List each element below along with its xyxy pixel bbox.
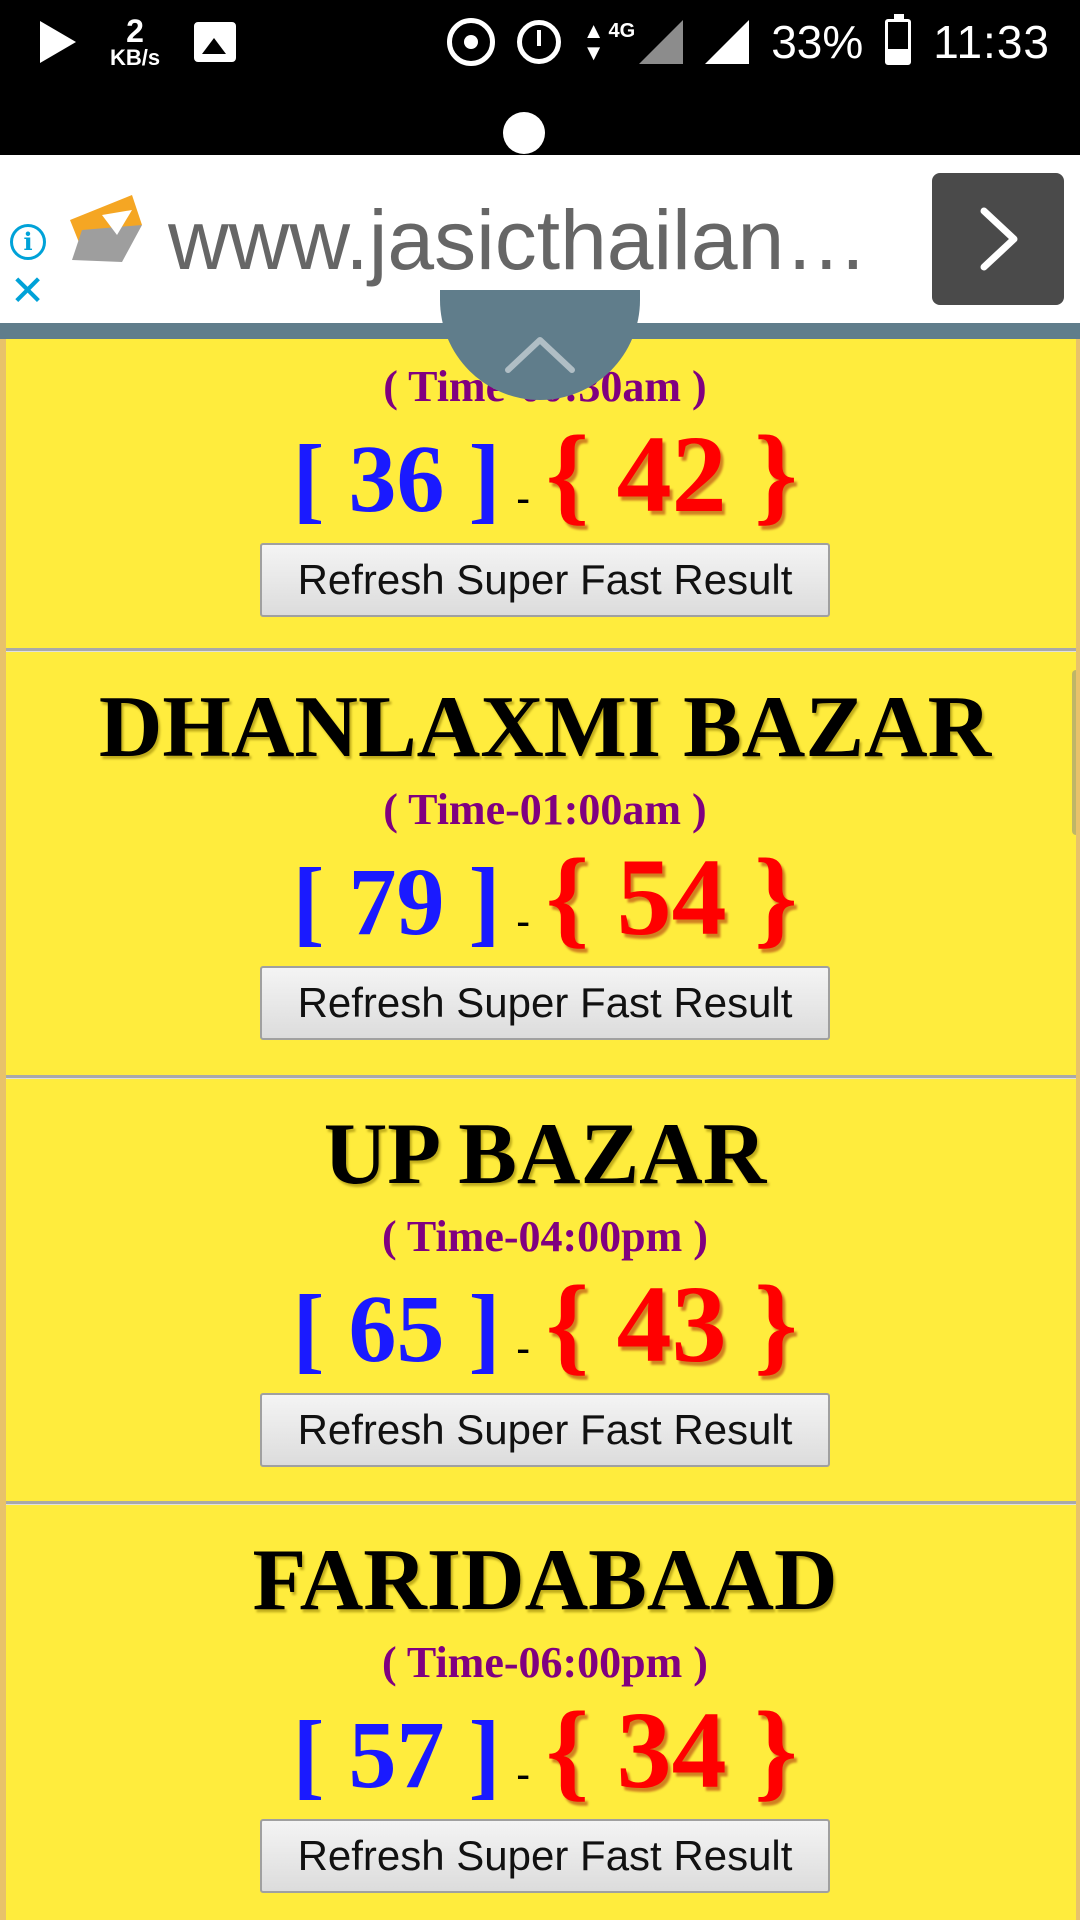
card-divider	[6, 1501, 1076, 1505]
ad-open-button[interactable]	[932, 173, 1064, 305]
market-name: DHANLAXMI BAZAR	[98, 679, 992, 776]
refresh-button[interactable]: Refresh Super Fast Result	[260, 543, 830, 617]
open-number: [ 65 ]	[292, 1275, 501, 1382]
hotspot-icon	[446, 18, 495, 66]
scrollbar[interactable]	[1072, 670, 1076, 835]
alarm-icon	[516, 20, 561, 64]
result-dash: -	[516, 898, 530, 943]
jodi-number: { 34 }	[545, 1689, 798, 1811]
signal-icon	[639, 20, 684, 64]
results-list[interactable]: ( Time-00:30am ) [ 36 ] - { 42 } Refresh…	[0, 339, 1080, 1920]
drag-handle[interactable]	[503, 112, 545, 154]
ad-close-icon[interactable]: ✕	[10, 270, 45, 312]
card-divider	[6, 648, 1076, 652]
refresh-button[interactable]: Refresh Super Fast Result	[260, 1393, 830, 1467]
clock: 11:33	[933, 16, 1050, 68]
market-result: [ 65 ] - { 43 }	[12, 1263, 1076, 1385]
market-result: [ 57 ] - { 34 }	[12, 1689, 1076, 1811]
market-name: UP BAZAR	[323, 1106, 767, 1203]
market-result: [ 36 ] - { 42 }	[12, 413, 1076, 535]
result-dash: -	[516, 475, 530, 520]
result-dash: -	[516, 1751, 530, 1796]
market-time: ( Time-06:00pm )	[382, 1638, 708, 1687]
jodi-number: { 42 }	[545, 413, 798, 535]
ad-logo-icon	[70, 195, 142, 262]
mobile-data-icon: ▲ ▼ 4G	[582, 18, 684, 65]
result-dash: -	[516, 1325, 530, 1370]
signal-strength-icon	[705, 20, 750, 64]
ad-url-link[interactable]: www.jasicthailan…	[168, 190, 918, 290]
chevron-up-icon	[505, 337, 575, 373]
network-type: 4G	[608, 20, 636, 42]
market-time: ( Time-01:00am )	[383, 785, 707, 834]
refresh-button[interactable]: Refresh Super Fast Result	[260, 1819, 830, 1893]
open-number: [ 36 ]	[292, 425, 501, 532]
status-bar: 2 KB/s ▲ ▼ 4G 33% 11:33	[0, 0, 1080, 84]
refresh-button[interactable]: Refresh Super Fast Result	[260, 966, 830, 1040]
network-speed: 2 KB/s	[110, 15, 160, 69]
battery-icon	[885, 14, 912, 65]
status-left: 2 KB/s	[40, 12, 237, 72]
jodi-number: { 43 }	[545, 1263, 798, 1385]
market-card: DHANLAXMI BAZAR ( Time-01:00am ) [ 79 ] …	[12, 679, 1076, 1040]
market-card: UP BAZAR ( Time-04:00pm ) [ 65 ] - { 43 …	[12, 1106, 1076, 1467]
market-time: ( Time-04:00pm )	[382, 1212, 708, 1261]
image-icon	[194, 22, 237, 62]
market-result: [ 79 ] - { 54 }	[12, 836, 1076, 958]
speed-unit: KB/s	[110, 45, 161, 70]
card-divider	[6, 1075, 1076, 1079]
open-number: [ 57 ]	[292, 1701, 501, 1808]
data-arrows-icon: ▲ ▼	[582, 18, 605, 65]
jodi-number: { 54 }	[545, 836, 798, 958]
battery-percent: 33%	[771, 16, 864, 68]
ad-info-icon[interactable]: i	[10, 224, 46, 260]
play-store-icon	[40, 21, 76, 63]
market-card: FARIDABAAD ( Time-06:00pm ) [ 57 ] - { 3…	[12, 1532, 1076, 1893]
status-right: ▲ ▼ 4G 33% 11:33	[446, 12, 1050, 72]
speed-value: 2	[126, 13, 144, 49]
chevron-right-icon	[980, 207, 1018, 271]
open-number: [ 79 ]	[292, 848, 501, 955]
market-name: FARIDABAAD	[252, 1532, 838, 1629]
